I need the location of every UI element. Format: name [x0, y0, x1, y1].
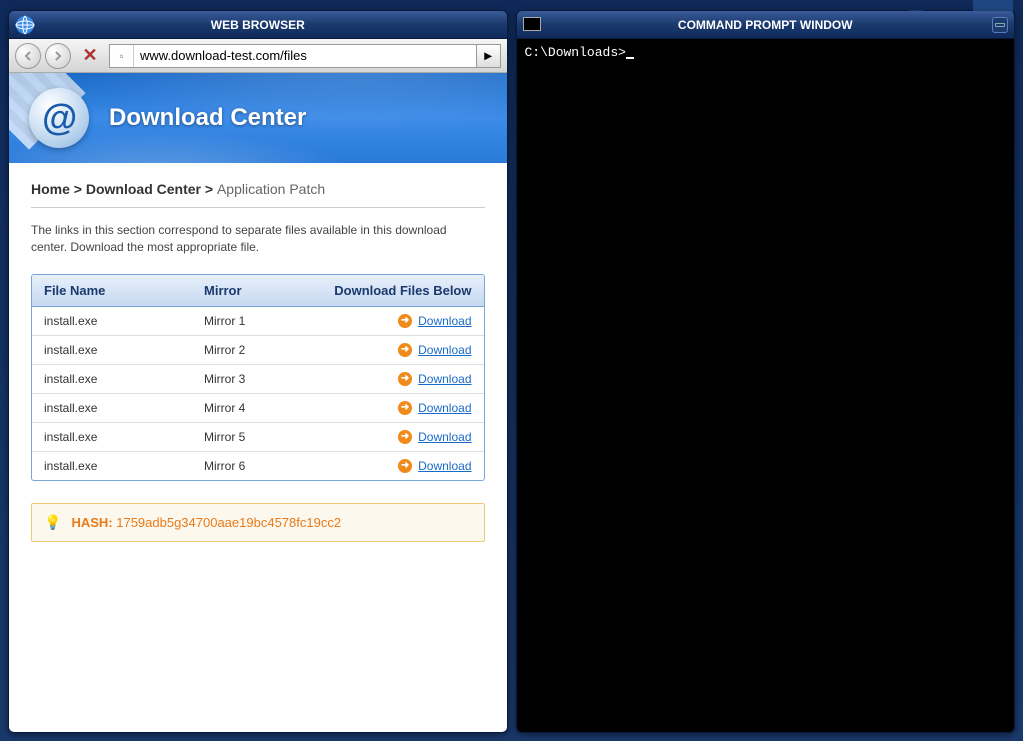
table-header: File Name Mirror Download Files Below: [32, 275, 484, 307]
mirror-name: Mirror 4: [204, 401, 324, 415]
file-name: install.exe: [44, 401, 204, 415]
browser-toolbar: ✕ ▫ ▸: [9, 39, 507, 73]
go-button[interactable]: ▸: [476, 45, 500, 67]
table-row: install.exeMirror 5 ➜ Download: [32, 423, 484, 452]
url-input[interactable]: [134, 45, 476, 67]
breadcrumb: Home > Download Center > Application Pat…: [31, 181, 485, 208]
download-table: File Name Mirror Download Files Below in…: [31, 274, 485, 481]
download-link[interactable]: Download: [418, 459, 471, 473]
stop-button[interactable]: ✕: [79, 45, 101, 67]
file-name: install.exe: [44, 372, 204, 386]
file-name: install.exe: [44, 430, 204, 444]
terminal-icon: [523, 17, 543, 37]
download-link[interactable]: Download: [418, 314, 471, 328]
table-row: install.exeMirror 3 ➜ Download: [32, 365, 484, 394]
hash-value: 1759adb5g34700aae19bc4578fc19cc2: [116, 515, 341, 530]
table-row: install.exeMirror 4 ➜ Download: [32, 394, 484, 423]
mirror-name: Mirror 6: [204, 459, 324, 473]
mirror-name: Mirror 3: [204, 372, 324, 386]
prompt-line: C:\Downloads>: [525, 45, 634, 60]
minimize-button[interactable]: [992, 17, 1008, 33]
header-filename: File Name: [44, 283, 204, 298]
cmd-title: COMMAND PROMPT WINDOW: [678, 18, 853, 32]
breadcrumb-center[interactable]: Download Center: [86, 181, 201, 197]
lightbulb-icon: 💡: [44, 514, 61, 531]
download-link[interactable]: Download: [418, 401, 471, 415]
browser-titlebar[interactable]: WEB BROWSER: [9, 11, 507, 39]
table-row: install.exeMirror 6 ➜ Download: [32, 452, 484, 480]
download-arrow-icon: ➜: [398, 372, 412, 386]
page-content[interactable]: @ Download Center Home > Download Center…: [9, 73, 507, 732]
browser-title: WEB BROWSER: [211, 18, 305, 32]
cursor: [626, 57, 634, 59]
command-prompt-window: COMMAND PROMPT WINDOW C:\Downloads>: [516, 10, 1016, 733]
terminal-body[interactable]: C:\Downloads>: [517, 39, 1015, 732]
banner-title: Download Center: [109, 104, 306, 132]
cmd-titlebar[interactable]: COMMAND PROMPT WINDOW: [517, 11, 1015, 39]
header-mirror: Mirror: [204, 283, 324, 298]
file-name: install.exe: [44, 459, 204, 473]
at-sign-icon: @: [29, 88, 89, 148]
download-arrow-icon: ➜: [398, 459, 412, 473]
page-banner: @ Download Center: [9, 73, 507, 163]
download-arrow-icon: ➜: [398, 401, 412, 415]
page-icon: ▫: [110, 45, 134, 67]
download-link[interactable]: Download: [418, 343, 471, 357]
download-link[interactable]: Download: [418, 430, 471, 444]
mirror-name: Mirror 5: [204, 430, 324, 444]
file-name: install.exe: [44, 314, 204, 328]
download-arrow-icon: ➜: [398, 343, 412, 357]
hash-box: 💡 HASH: 1759adb5g34700aae19bc4578fc19cc2: [31, 503, 485, 542]
hash-label: HASH:: [71, 515, 112, 530]
file-name: install.exe: [44, 343, 204, 357]
breadcrumb-home[interactable]: Home: [31, 181, 70, 197]
mirror-name: Mirror 1: [204, 314, 324, 328]
table-row: install.exeMirror 1 ➜ Download: [32, 307, 484, 336]
page-description: The links in this section correspond to …: [31, 222, 485, 256]
url-bar: ▫ ▸: [109, 44, 501, 68]
web-browser-window: WEB BROWSER ✕ ▫ ▸: [8, 10, 508, 733]
download-arrow-icon: ➜: [398, 430, 412, 444]
download-arrow-icon: ➜: [398, 314, 412, 328]
back-button[interactable]: [15, 43, 41, 69]
header-download: Download Files Below: [324, 283, 472, 298]
table-row: install.exeMirror 2 ➜ Download: [32, 336, 484, 365]
mirror-name: Mirror 2: [204, 343, 324, 357]
breadcrumb-current: Application Patch: [217, 181, 325, 197]
globe-icon: [15, 15, 35, 35]
forward-button[interactable]: [45, 43, 71, 69]
download-link[interactable]: Download: [418, 372, 471, 386]
